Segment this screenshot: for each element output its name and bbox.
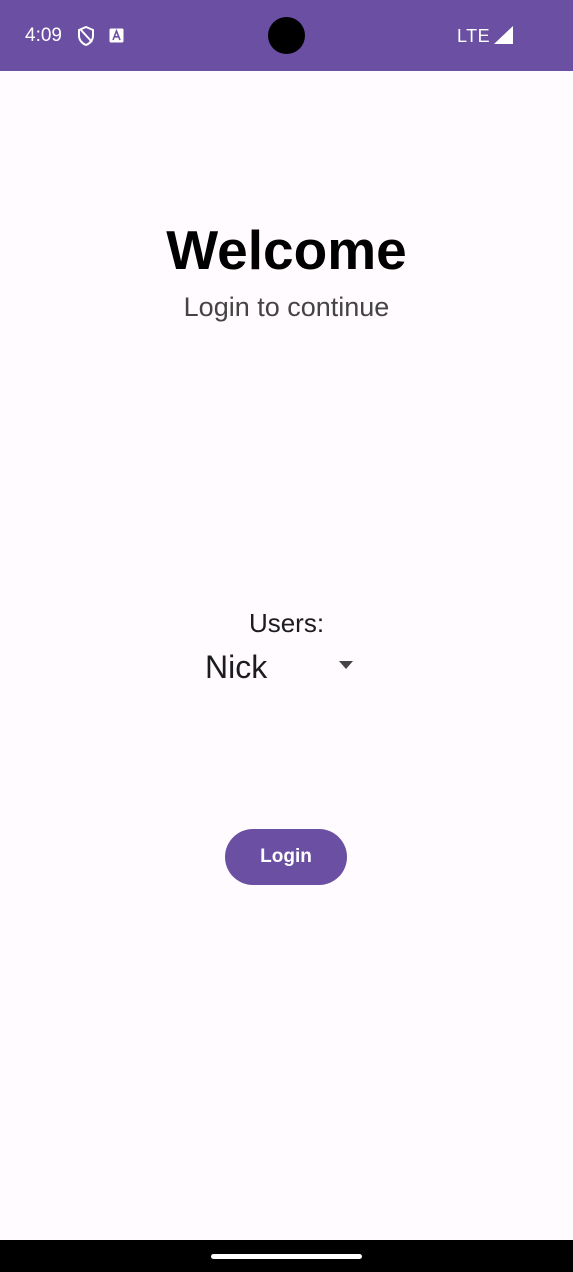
status-time: 4:09 — [25, 25, 62, 46]
a-box-icon — [109, 28, 124, 43]
selected-user: Nick — [205, 649, 268, 685]
page-subtitle: Login to continue — [183, 292, 390, 322]
dropdown-arrow-icon — [339, 661, 353, 669]
signal-icon — [494, 26, 513, 44]
home-gesture-handle[interactable] — [211, 1254, 362, 1259]
shield-icon — [78, 26, 94, 46]
page-title: Welcome — [166, 219, 407, 281]
login-screen: 4:09 LTE Welcome Login to continue Users… — [0, 0, 573, 1272]
user-dropdown[interactable]: Nick — [200, 644, 360, 688]
status-bar: 4:09 LTE — [0, 0, 573, 71]
camera-cutout — [268, 17, 305, 54]
login-button[interactable]: Login — [225, 829, 347, 885]
users-label: Users: — [248, 608, 325, 638]
navigation-bar — [0, 1240, 573, 1272]
network-type: LTE — [457, 26, 491, 46]
